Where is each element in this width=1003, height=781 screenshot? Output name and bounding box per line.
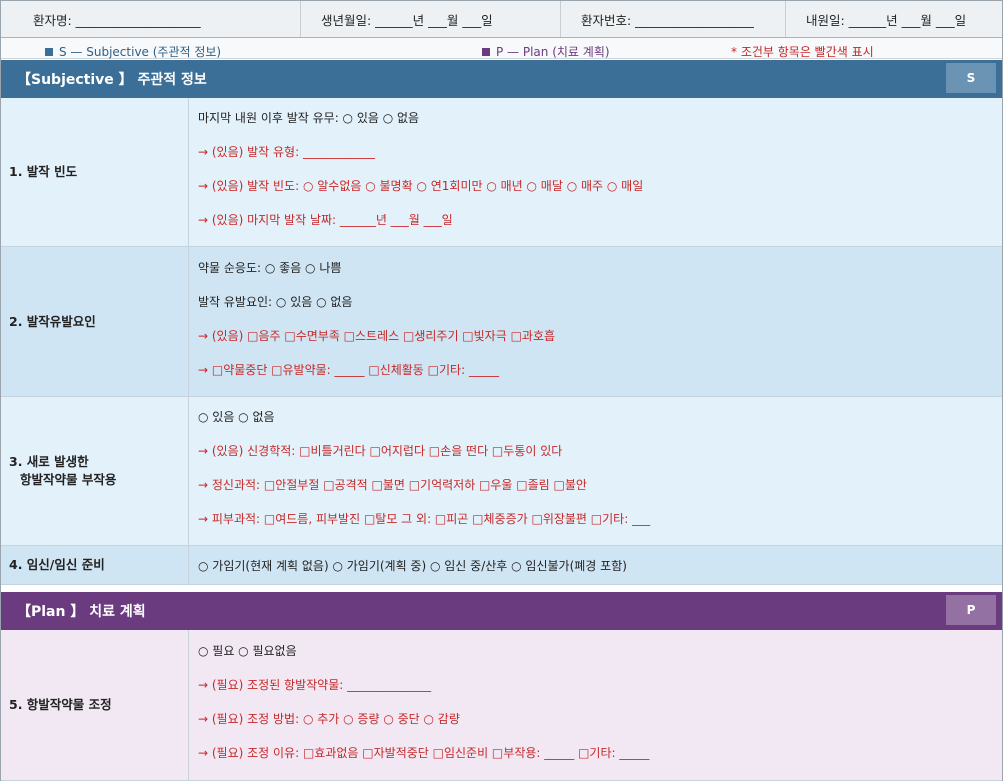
row-content: ○ 있음 ○ 없음 → (있음) 신경학적: □비틀거린다 □어지럽다 □손을 … [189, 397, 1002, 545]
legend-plan: P — Plan (치료 계획) [482, 43, 610, 60]
seizure-frequency-options[interactable]: → (있음) 발작 빈도: ○ 알수없음 ○ 불명확 ○ 연1회미만 ○ 매년 … [198, 177, 643, 194]
psychiatric-checkboxes[interactable]: → 정신과적: □안절부절 □공격적 □불면 □기억력저하 □우울 □졸림 □불… [198, 476, 587, 493]
neurological-checkboxes[interactable]: → (있음) 신경학적: □비틀거린다 □어지럽다 □손을 떤다 □두통이 있다 [198, 442, 562, 459]
subjective-badge: S [946, 63, 996, 93]
adjusted-drug-field[interactable]: → (필요) 조정된 항발작약물: ______________ [198, 676, 431, 693]
medication-adherence-options[interactable]: 약물 순응도: ○ 좋음 ○ 나쁨 [198, 259, 341, 276]
trigger-checkboxes-1[interactable]: → (있음) □음주 □수면부족 □스트레스 □생리주기 □빛자극 □과호흡 [198, 327, 555, 344]
row-content: ○ 필요 ○ 필요없음 → (필요) 조정된 항발작약물: __________… [189, 630, 1002, 780]
adjustment-reason-checkboxes[interactable]: → (필요) 조정 이유: □효과없음 □자발적중단 □임신준비 □부작용: _… [198, 744, 649, 761]
dermatological-checkboxes[interactable]: → 피부과적: □여드름, 피부발진 □탈모 그 외: □피곤 □체중증가 □위… [198, 510, 650, 527]
plan-title: 【Plan 】 치료 계획 [17, 604, 146, 620]
row-label-line2: 항발작약물 부작용 [20, 472, 117, 487]
row-content: ○ 가임기(현재 계획 없음) ○ 가임기(계획 중) ○ 임신 중/산후 ○ … [189, 546, 1002, 584]
row-label: 3. 새로 발생한 항발작약물 부작용 [1, 397, 189, 545]
subjective-section-header: 【Subjective 】 주관적 정보 S [1, 60, 1002, 98]
plan-badge: P [946, 595, 996, 625]
subjective-title: 【Subjective 】 주관적 정보 [17, 72, 207, 88]
square-icon [45, 48, 53, 56]
row-label: 1. 발작 빈도 [1, 98, 189, 246]
patient-header: 환자명: ____________________ 생년월일: ______년 … [1, 1, 1002, 38]
plan-section-header: 【Plan 】 치료 계획 P [1, 592, 1002, 630]
row-label: 5. 항발작약물 조정 [1, 630, 189, 780]
row-label: 4. 임신/임신 준비 [1, 546, 189, 584]
legend-subjective: S — Subjective (주관적 정보) [45, 43, 221, 60]
visit-date-field[interactable]: 내원일: ______년 ___월 ___일 [786, 1, 1002, 37]
row-seizure-frequency: 1. 발작 빈도 마지막 내원 이후 발작 유무: ○ 있음 ○ 없음 → (있… [1, 98, 1002, 247]
adjustment-need-options[interactable]: ○ 필요 ○ 필요없음 [198, 642, 297, 659]
soap-form: 환자명: ____________________ 생년월일: ______년 … [0, 0, 1003, 781]
seizure-presence-options[interactable]: 마지막 내원 이후 발작 유무: ○ 있음 ○ 없음 [198, 109, 419, 126]
seizure-type-field[interactable]: → (있음) 발작 유형: ____________ [198, 143, 375, 160]
section-gap [1, 585, 1002, 592]
row-label: 2. 발작유발요인 [1, 247, 189, 396]
pregnancy-options[interactable]: ○ 가임기(현재 계획 없음) ○ 가임기(계획 중) ○ 임신 중/산후 ○ … [198, 557, 627, 574]
birth-date-field[interactable]: 생년월일: ______년 ___월 ___일 [301, 1, 561, 37]
adjustment-method-options[interactable]: → (필요) 조정 방법: ○ 추가 ○ 증량 ○ 중단 ○ 감량 [198, 710, 460, 727]
row-side-effects: 3. 새로 발생한 항발작약물 부작용 ○ 있음 ○ 없음 → (있음) 신경학… [1, 397, 1002, 546]
row-seizure-triggers: 2. 발작유발요인 약물 순응도: ○ 좋음 ○ 나쁨 발작 유발요인: ○ 있… [1, 247, 1002, 397]
row-medication-adjustment: 5. 항발작약물 조정 ○ 필요 ○ 필요없음 → (필요) 조정된 항발작약물… [1, 630, 1002, 781]
row-label-line1: 3. 새로 발생한 [9, 454, 89, 469]
trigger-presence-options[interactable]: 발작 유발요인: ○ 있음 ○ 없음 [198, 293, 352, 310]
patient-number-field[interactable]: 환자번호: ___________________ [561, 1, 786, 37]
row-content: 약물 순응도: ○ 좋음 ○ 나쁨 발작 유발요인: ○ 있음 ○ 없음 → (… [189, 247, 1002, 396]
last-seizure-date-field[interactable]: → (있음) 마지막 발작 날짜: ______년 ___월 ___일 [198, 211, 453, 228]
legend-conditional-note: * 조건부 항목은 빨간색 표시 [731, 45, 874, 59]
row-content: 마지막 내원 이후 발작 유무: ○ 있음 ○ 없음 → (있음) 발작 유형:… [189, 98, 1002, 246]
square-icon [482, 48, 490, 56]
row-pregnancy: 4. 임신/임신 준비 ○ 가임기(현재 계획 없음) ○ 가임기(계획 중) … [1, 546, 1002, 585]
patient-name-field[interactable]: 환자명: ____________________ [1, 1, 301, 37]
side-effect-presence-options[interactable]: ○ 있음 ○ 없음 [198, 408, 275, 425]
trigger-checkboxes-2[interactable]: → □약물중단 □유발약물: _____ □신체활동 □기타: _____ [198, 361, 499, 378]
